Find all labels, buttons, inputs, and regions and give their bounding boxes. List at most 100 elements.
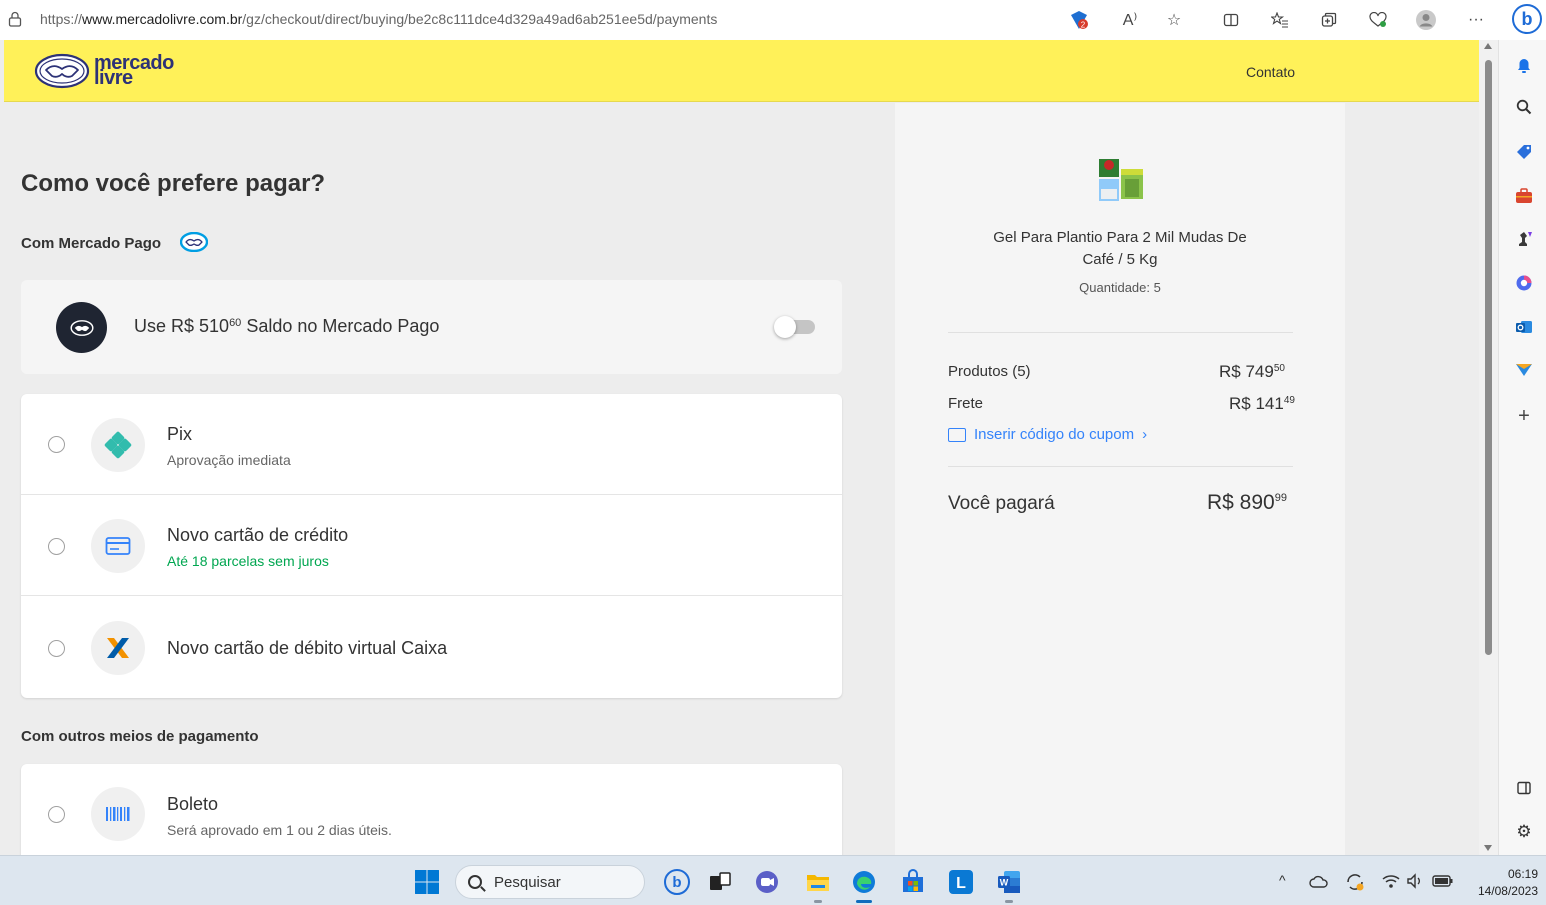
shopping-tag-icon[interactable]: [1515, 143, 1533, 161]
games-chess-icon[interactable]: [1515, 230, 1533, 248]
balance-label: Use R$ 51060 Saldo no Mercado Pago: [134, 316, 440, 336]
volume-speaker-icon[interactable]: [1406, 873, 1424, 889]
system-clock[interactable]: 06:19 14/08/2023: [1462, 866, 1538, 900]
coupon-link[interactable]: Inserir código do cupom ›: [948, 426, 1147, 443]
settings-gear-icon[interactable]: ⚙: [1515, 822, 1533, 841]
sidebar-toggle-icon[interactable]: [1515, 779, 1533, 797]
credit-card-icon: [91, 519, 145, 573]
scroll-down-arrow-icon[interactable]: [1484, 845, 1492, 851]
products-label: Produtos (5): [948, 363, 1031, 380]
credit-card-subtitle: Até 18 parcelas sem juros: [167, 553, 329, 569]
search-icon[interactable]: [1515, 98, 1533, 116]
balance-toggle[interactable]: [774, 316, 815, 338]
microsoft-store-icon[interactable]: [900, 869, 926, 895]
mercado-livre-logo[interactable]: mercado livre: [34, 52, 174, 90]
microsoft-365-icon[interactable]: [1515, 274, 1533, 292]
payment-option-pix[interactable]: Pix Aprovação imediata: [21, 394, 842, 495]
scrollbar-thumb[interactable]: [1485, 60, 1492, 655]
payment-option-boleto[interactable]: Boleto Será aprovado em 1 ou 2 dias útei…: [21, 764, 842, 864]
page-title: Como você prefere pagar?: [21, 170, 326, 197]
product-name: Gel Para Plantio Para 2 Mil Mudas De Caf…: [993, 229, 1247, 268]
clock-time: 06:19: [1507, 867, 1538, 881]
mercado-pago-section-title: Com Mercado Pago: [21, 235, 162, 252]
logo-wordmark: mercado livre: [94, 53, 174, 88]
boleto-radio[interactable]: [48, 806, 65, 823]
browser-essentials-icon[interactable]: [1366, 8, 1390, 32]
edge-active-indicator: [856, 900, 872, 903]
read-aloud-icon[interactable]: A⁾: [1118, 8, 1142, 32]
pix-icon: [91, 418, 145, 472]
favorites-list-icon[interactable]: [1268, 8, 1292, 32]
order-summary-panel: [895, 103, 1345, 855]
profile-avatar-icon[interactable]: [1414, 8, 1438, 32]
windows-start-icon[interactable]: [414, 869, 440, 895]
svg-text:L: L: [956, 875, 966, 892]
toggle-knob: [774, 316, 796, 338]
boleto-title: Boleto: [167, 794, 219, 814]
contact-link[interactable]: Contato: [1246, 64, 1295, 80]
lock-icon[interactable]: [8, 11, 22, 27]
coupon-ticket-icon: [948, 427, 966, 442]
outlook-icon[interactable]: [1515, 318, 1533, 336]
wifi-icon[interactable]: [1381, 873, 1401, 889]
caixa-logo-icon: [91, 621, 145, 675]
add-plus-icon[interactable]: +: [1515, 405, 1533, 427]
notifications-bell-icon[interactable]: [1515, 57, 1533, 75]
payment-option-caixa-debit[interactable]: Novo cartão de débito virtual Caixa: [21, 596, 842, 698]
product-quantity: Quantidade: 5: [1079, 280, 1161, 295]
file-explorer-icon[interactable]: [805, 869, 831, 895]
extension-shield-icon[interactable]: 2: [1067, 8, 1091, 32]
send-arrow-icon[interactable]: [1515, 361, 1533, 379]
address-bar-url[interactable]: https://www.mercadolivre.com.br/gz/check…: [40, 11, 717, 27]
credit-card-radio[interactable]: [48, 538, 65, 555]
total-value: R$ 89099: [1207, 491, 1287, 514]
app-l-icon[interactable]: L: [948, 869, 974, 895]
payment-option-credit-card[interactable]: Novo cartão de crédito Até 18 parcelas s…: [21, 495, 842, 596]
site-header: mercado livre Contato: [4, 40, 1479, 102]
microsoft-word-icon[interactable]: W: [996, 869, 1022, 895]
onedrive-cloud-icon[interactable]: [1309, 875, 1329, 889]
favorite-star-icon[interactable]: ☆: [1162, 8, 1186, 32]
handshake-logo-icon: [34, 53, 90, 89]
collections-icon[interactable]: [1317, 8, 1341, 32]
windows-taskbar: Pesquisar b L W ^ 06:19 14/08/2023: [0, 855, 1546, 905]
clock-date: 14/08/2023: [1477, 884, 1538, 898]
other-payments-section-title: Com outros meios de pagamento: [21, 728, 259, 745]
battery-icon[interactable]: [1432, 874, 1454, 888]
browser-toolbar: https://www.mercadolivre.com.br/gz/check…: [0, 0, 1546, 40]
balance-card[interactable]: Use R$ 51060 Saldo no Mercado Pago: [21, 280, 842, 374]
bing-taskbar-icon[interactable]: b: [664, 869, 690, 895]
payment-options-list: Pix Aprovação imediata Novo cartão de cr…: [21, 394, 842, 698]
products-value: R$ 74950: [1219, 362, 1285, 381]
taskbar-search-input[interactable]: Pesquisar: [455, 865, 645, 899]
mercado-pago-handshake-icon: [180, 232, 208, 252]
mercado-pago-balance-icon: [56, 302, 107, 353]
boleto-subtitle: Será aprovado em 1 ou 2 dias úteis.: [167, 822, 392, 838]
summary-divider-total: [948, 466, 1293, 467]
edge-sidebar: + ⚙: [1498, 40, 1546, 855]
tools-briefcase-icon[interactable]: [1515, 187, 1533, 205]
caixa-debit-title: Novo cartão de débito virtual Caixa: [167, 638, 448, 658]
pix-subtitle: Aprovação imediata: [167, 452, 291, 468]
pix-radio[interactable]: [48, 436, 65, 453]
edge-browser-icon[interactable]: [851, 869, 877, 895]
shipping-value: R$ 14149: [1229, 394, 1295, 413]
scroll-up-arrow-icon[interactable]: [1484, 43, 1492, 49]
word-open-indicator: [1005, 900, 1013, 903]
split-screen-icon[interactable]: [1219, 8, 1243, 32]
task-view-icon[interactable]: [707, 869, 733, 895]
tray-chevron-up-icon[interactable]: ^: [1279, 872, 1286, 888]
product-thumbnail: [1099, 159, 1143, 201]
bing-chat-icon[interactable]: b: [1512, 4, 1542, 34]
svg-text:W: W: [1000, 878, 1009, 888]
sync-update-icon[interactable]: [1345, 872, 1365, 892]
svg-text:2: 2: [1081, 21, 1086, 30]
shipping-label: Frete: [948, 395, 984, 412]
barcode-icon: [91, 787, 145, 841]
caixa-debit-radio[interactable]: [48, 640, 65, 657]
chat-teams-icon[interactable]: [754, 869, 780, 895]
coupon-link-label: Inserir código do cupom: [974, 426, 1135, 443]
chevron-right-icon: ›: [1142, 426, 1148, 443]
more-options-icon[interactable]: ···: [1464, 8, 1488, 32]
search-magnifier-icon: [468, 875, 482, 889]
